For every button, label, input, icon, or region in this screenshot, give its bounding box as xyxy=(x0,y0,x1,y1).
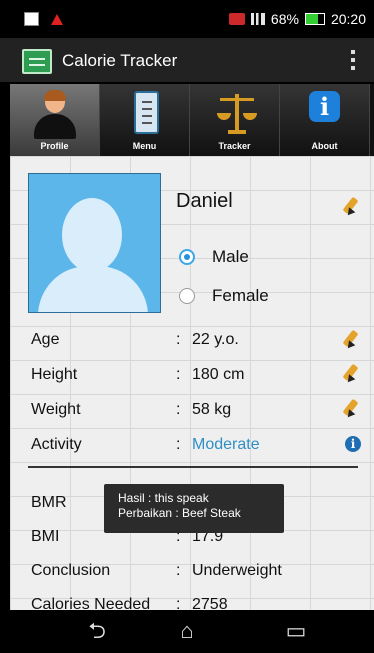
height-label: Height xyxy=(31,366,78,383)
alert-icon xyxy=(51,13,63,25)
tab-bar: Profile Menu Tracker i About xyxy=(10,84,374,156)
bmi-label: BMI xyxy=(31,528,60,545)
profile-photo[interactable] xyxy=(28,173,161,313)
height-colon: : xyxy=(176,366,181,383)
tab-tracker[interactable]: Tracker xyxy=(190,84,280,156)
avatar-placeholder-icon xyxy=(62,198,122,272)
conclusion-label: Conclusion xyxy=(31,562,111,579)
weight-label: Weight xyxy=(31,401,81,418)
tab-tracker-label: Tracker xyxy=(218,141,251,151)
activity-info-icon[interactable]: i xyxy=(345,436,361,452)
edit-height-pencil-icon[interactable] xyxy=(342,361,360,385)
phone-icon xyxy=(228,13,245,25)
toast-result-line: Hasil : this speak xyxy=(118,491,209,505)
recent-apps-icon[interactable]: ▭ xyxy=(282,619,310,643)
edit-name-pencil-icon[interactable] xyxy=(342,194,360,218)
age-value: 22 y.o. xyxy=(192,331,239,348)
age-colon: : xyxy=(176,331,181,348)
tab-profile-label: Profile xyxy=(40,141,69,151)
weight-colon: : xyxy=(176,401,181,418)
gallery-icon xyxy=(24,12,39,26)
about-info-icon: i xyxy=(309,91,340,122)
calories-needed-value: 2758 xyxy=(192,596,228,610)
bmr-label: BMR xyxy=(31,494,67,511)
tab-profile[interactable]: Profile xyxy=(10,84,100,156)
calorie-tracker-app-icon xyxy=(22,49,52,74)
profile-content: Daniel Male Female Age : 22 y.o. Height … xyxy=(10,156,374,610)
section-divider xyxy=(28,466,358,468)
tab-menu[interactable]: Menu xyxy=(100,84,190,156)
edit-weight-pencil-icon[interactable] xyxy=(342,396,360,420)
tab-about-label: About xyxy=(311,141,338,151)
menu-clipboard-icon xyxy=(134,91,159,134)
activity-colon: : xyxy=(176,436,181,453)
tab-menu-label: Menu xyxy=(132,141,157,151)
home-icon[interactable]: ⌂ xyxy=(173,619,201,643)
calories-needed-label: Calories Needed xyxy=(31,596,151,610)
clock: 20:20 xyxy=(330,11,366,27)
back-icon[interactable]: ⮌ xyxy=(83,619,111,643)
battery-percent: 68% xyxy=(270,11,299,27)
toast-improvement-line: Perbaikan : Beef Steak xyxy=(118,506,241,520)
system-navigation-bar: ⮌ ⌂ ▭ xyxy=(0,610,374,653)
edit-age-pencil-icon[interactable] xyxy=(342,327,360,351)
status-right-icons: 68% 20:20 xyxy=(228,11,366,27)
radio-male[interactable] xyxy=(179,249,195,265)
user-name: Daniel xyxy=(176,190,233,212)
activity-value-link[interactable]: Moderate xyxy=(192,436,260,454)
conclusion-value: Underweight xyxy=(192,562,282,579)
calories-needed-colon: : xyxy=(176,596,181,610)
male-label: Male xyxy=(212,247,249,266)
conclusion-colon: : xyxy=(176,562,181,579)
radio-female[interactable] xyxy=(179,288,195,304)
app-bar: Calorie Tracker xyxy=(0,38,374,82)
weight-value: 58 kg xyxy=(192,401,232,418)
overflow-menu-button[interactable] xyxy=(351,50,356,70)
height-value: 180 cm xyxy=(192,366,245,383)
scale-icon xyxy=(215,91,259,137)
overflow-menu-icon xyxy=(351,50,355,54)
age-label: Age xyxy=(31,331,60,348)
status-left-icons xyxy=(24,12,63,26)
tab-about[interactable]: i About xyxy=(280,84,370,156)
status-bar: 68% 20:20 xyxy=(0,0,374,38)
toast-message: Hasil : this speak Perbaikan : Beef Stea… xyxy=(104,484,284,533)
user-profile-icon xyxy=(34,90,76,139)
signal-icon xyxy=(250,13,265,25)
female-label: Female xyxy=(212,286,269,305)
app-title: Calorie Tracker xyxy=(62,51,178,70)
battery-icon xyxy=(304,13,325,25)
activity-label: Activity xyxy=(31,436,82,453)
